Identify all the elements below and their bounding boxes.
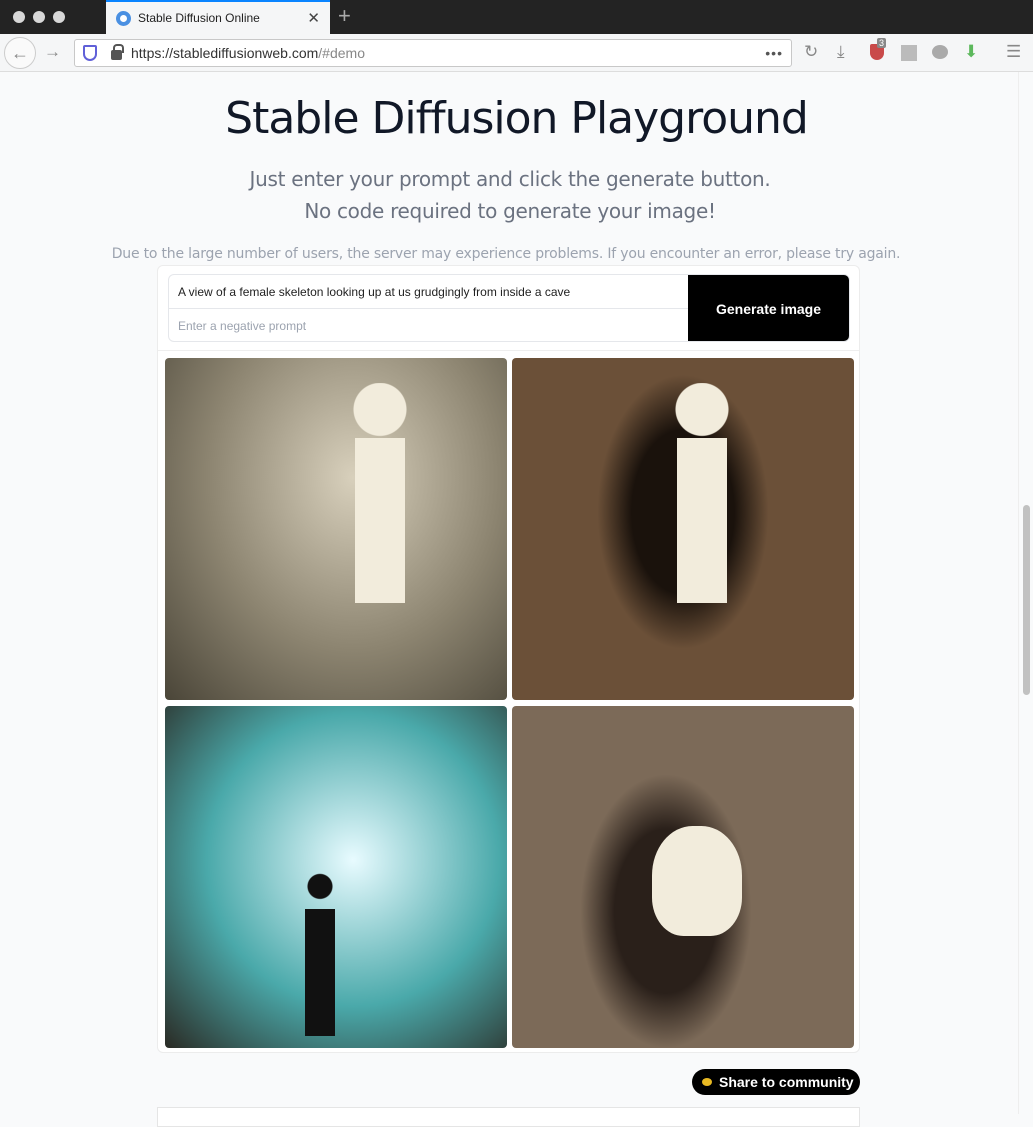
skeleton-figure [295, 866, 345, 1036]
tab-bar: Stable Diffusion Online ✕ + [0, 0, 1033, 34]
share-label: Share to community [719, 1074, 854, 1090]
download-extension-icon[interactable]: ⬇ [964, 42, 978, 62]
url-bar[interactable]: https://stablediffusionweb.com/#demo ••• [74, 39, 792, 67]
playground-card: A view of a female skeleton looking up a… [157, 265, 860, 1053]
community-icon [702, 1078, 712, 1086]
generated-image-3[interactable] [165, 706, 507, 1048]
skeleton-figure [345, 383, 415, 603]
extension-icon[interactable] [932, 45, 948, 59]
server-notice: Due to the large number of users, the se… [111, 246, 901, 262]
downloads-icon[interactable]: ⤓ [837, 42, 845, 62]
info-extension-icon[interactable] [901, 45, 917, 61]
scrollbar[interactable] [1018, 72, 1033, 1114]
forward-button[interactable]: → [44, 42, 61, 62]
ublock-icon[interactable]: 3 [870, 38, 887, 60]
browser-tab[interactable]: Stable Diffusion Online ✕ [106, 0, 330, 34]
share-to-community-button[interactable]: Share to community [692, 1069, 860, 1095]
site-favicon-icon [116, 10, 131, 26]
back-button[interactable]: ← [4, 37, 36, 69]
close-tab-icon[interactable]: ✕ [307, 9, 320, 27]
prompt-form: A view of a female skeleton looking up a… [168, 274, 850, 342]
next-section-card [157, 1107, 860, 1127]
negative-prompt-input[interactable]: Enter a negative prompt [169, 309, 690, 341]
subtitle-line-1: Just enter your prompt and click the gen… [249, 167, 771, 191]
tracking-shield-icon[interactable] [83, 45, 97, 61]
page-title: Stable Diffusion Playground [225, 93, 809, 144]
prompt-input[interactable]: A view of a female skeleton looking up a… [169, 275, 690, 309]
generated-image-2[interactable] [512, 358, 854, 700]
generated-image-4[interactable] [512, 706, 854, 1048]
tab-title: Stable Diffusion Online [138, 11, 260, 25]
skeleton-figure [667, 383, 737, 603]
scrollbar-thumb[interactable] [1023, 505, 1030, 695]
generate-image-button[interactable]: Generate image [688, 275, 849, 341]
lock-icon[interactable] [111, 44, 124, 60]
menu-icon[interactable]: ☰ [1006, 42, 1021, 62]
url-path: /#demo [318, 45, 365, 61]
divider [158, 350, 859, 351]
reload-icon[interactable]: ↻ [804, 42, 818, 62]
url-host: https://stablediffusionweb.com [131, 45, 319, 61]
new-tab-icon[interactable]: + [338, 3, 351, 29]
nav-bar: ← → https://stablediffusionweb.com/#demo… [0, 34, 1033, 72]
skeleton-figure [652, 826, 742, 936]
subtitle-line-2: No code required to generate your image! [304, 199, 716, 223]
ublock-badge: 3 [877, 38, 887, 48]
generated-image-1[interactable] [165, 358, 507, 700]
page-actions-icon[interactable]: ••• [765, 45, 783, 61]
